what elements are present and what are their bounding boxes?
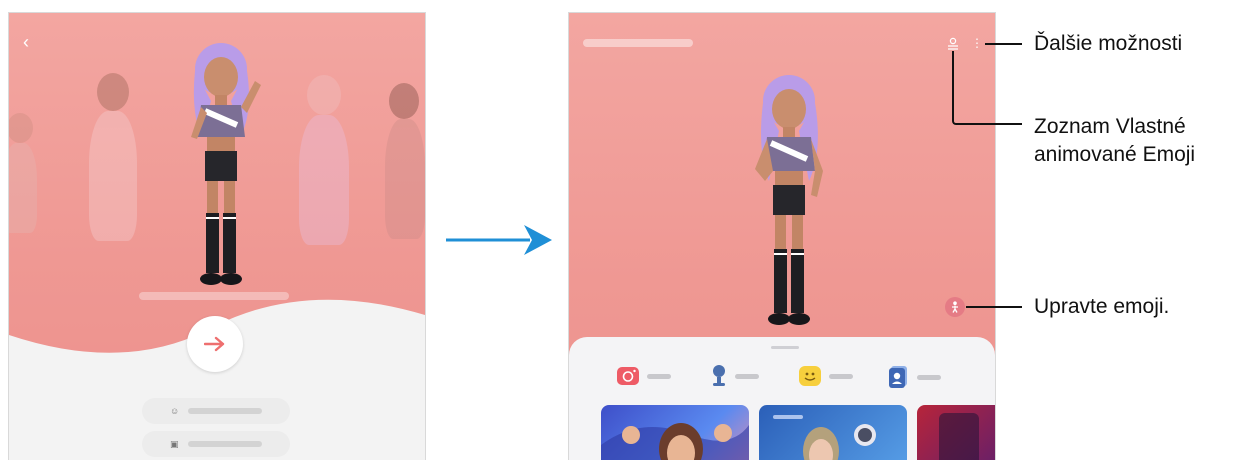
sticker-icon (799, 366, 821, 386)
thumbnail-dots (939, 413, 979, 460)
profile-icon (889, 366, 907, 388)
face-icon: ☺ (170, 406, 180, 416)
avatar-figure (191, 43, 261, 285)
mode-mask-label (735, 373, 759, 379)
callout-emoji-list-line1: Zoznam Vlastné (1034, 115, 1186, 138)
ar-emoji-studio-screen: ⋮ (568, 12, 996, 460)
app-title (583, 39, 693, 47)
callout-line-emoji-list (952, 51, 1022, 125)
more-vertical-icon[interactable]: ⋮ (971, 37, 983, 49)
mask-icon (713, 365, 725, 386)
mode-profile[interactable] (889, 366, 941, 388)
thumbnail-avatar (773, 415, 876, 460)
edit-emoji-button[interactable] (945, 297, 965, 317)
callout-emoji-list-line2: animované Emoji (1034, 143, 1196, 166)
avatar-figure (755, 75, 823, 325)
emoji-thumbnail-1[interactable] (601, 405, 749, 460)
mode-panel (569, 337, 995, 460)
create-from-image-button[interactable]: ▣ (142, 431, 290, 457)
emoji-thumbnail-2[interactable] (759, 405, 907, 460)
drag-handle[interactable] (771, 346, 799, 349)
avatar-option-2[interactable] (289, 75, 359, 265)
avatar-option-3[interactable] (379, 83, 425, 263)
create-from-selfie-button[interactable]: ☺ (142, 398, 290, 424)
arrow-right-icon (204, 336, 225, 352)
mode-mask[interactable] (711, 365, 759, 387)
mode-camera[interactable] (617, 367, 671, 385)
chevron-left-icon[interactable]: ‹ (23, 33, 29, 51)
mode-stickers-label (829, 373, 853, 379)
person-list-icon[interactable] (947, 37, 959, 51)
mode-camera-label (647, 373, 671, 379)
emoji-thumbnail-3[interactable] (917, 405, 995, 460)
create-from-selfie-label (188, 408, 262, 414)
person-icon (952, 301, 958, 313)
camera-icon (617, 367, 639, 385)
avatar-option-left-edge[interactable] (9, 113, 39, 243)
mode-profile-label (917, 374, 941, 380)
callout-line-more-options (985, 43, 1022, 45)
mode-stickers[interactable] (799, 366, 853, 386)
transition-arrow (446, 225, 552, 255)
avatar-option-1[interactable] (79, 73, 149, 263)
next-button[interactable] (187, 316, 243, 372)
image-icon: ▣ (170, 439, 179, 449)
create-from-image-label (188, 441, 262, 447)
callout-line-edit-emoji (966, 306, 1022, 308)
callout-more-options: Ďalšie možnosti (1034, 32, 1183, 55)
thumbnail-avatar (601, 423, 749, 460)
callout-edit-emoji: Upravte emoji. (1034, 295, 1170, 318)
avatar-selection-screen: ‹ ☺ ▣ (8, 12, 426, 460)
